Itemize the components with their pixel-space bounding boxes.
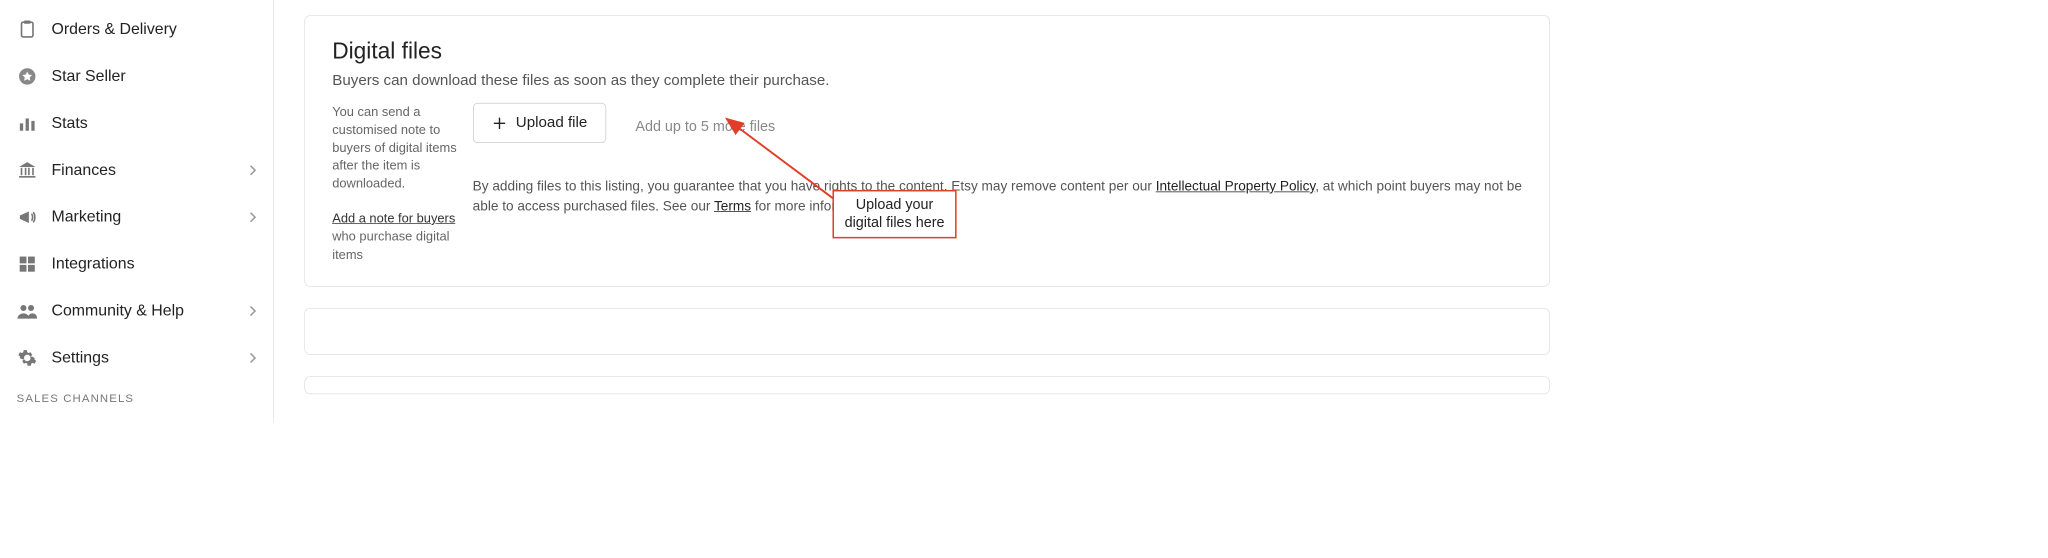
annotation-arrow [274, 0, 1182, 318]
clipboard-icon [17, 19, 38, 40]
sidebar-item-label: Integrations [51, 255, 256, 273]
sidebar-item-label: Community & Help [51, 302, 249, 320]
bar-chart-icon [17, 113, 38, 134]
sidebar-item-stats[interactable]: Stats [0, 100, 273, 147]
people-icon [17, 300, 38, 321]
sidebar-item-label: Marketing [51, 208, 249, 226]
sidebar-item-orders-delivery[interactable]: Orders & Delivery [0, 6, 273, 53]
chevron-right-icon [249, 212, 257, 223]
annotation-line1: Upload your [845, 196, 945, 214]
sidebar-item-label: Star Seller [51, 67, 256, 85]
sidebar-item-integrations[interactable]: Integrations [0, 241, 273, 288]
sidebar-section-sales-channels: SALES CHANNELS [0, 381, 273, 415]
grid-icon [17, 254, 38, 275]
chevron-right-icon [249, 353, 257, 364]
chevron-right-icon [249, 306, 257, 317]
chevron-right-icon [249, 165, 257, 176]
sidebar-item-finances[interactable]: Finances [0, 147, 273, 194]
sidebar-item-label: Orders & Delivery [51, 20, 256, 38]
bank-icon [17, 160, 38, 181]
sidebar-item-label: Stats [51, 114, 256, 132]
empty-panel-2 [304, 376, 1550, 394]
annotation-callout: Upload your digital files here [832, 190, 956, 238]
main-content: Digital files Buyers can download these … [274, 0, 1550, 422]
sidebar-item-settings[interactable]: Settings [0, 335, 273, 382]
sidebar-item-label: Finances [51, 161, 249, 179]
sidebar: Orders & Delivery Star Seller Stats Fina… [0, 0, 274, 422]
star-badge-icon [17, 66, 38, 87]
sidebar-item-marketing[interactable]: Marketing [0, 194, 273, 241]
gear-icon [17, 347, 38, 368]
sidebar-item-community-help[interactable]: Community & Help [0, 288, 273, 335]
sidebar-item-star-seller[interactable]: Star Seller [0, 53, 273, 100]
annotation-line2: digital files here [845, 214, 945, 232]
sidebar-item-label: Settings [51, 349, 249, 367]
megaphone-icon [17, 207, 38, 228]
